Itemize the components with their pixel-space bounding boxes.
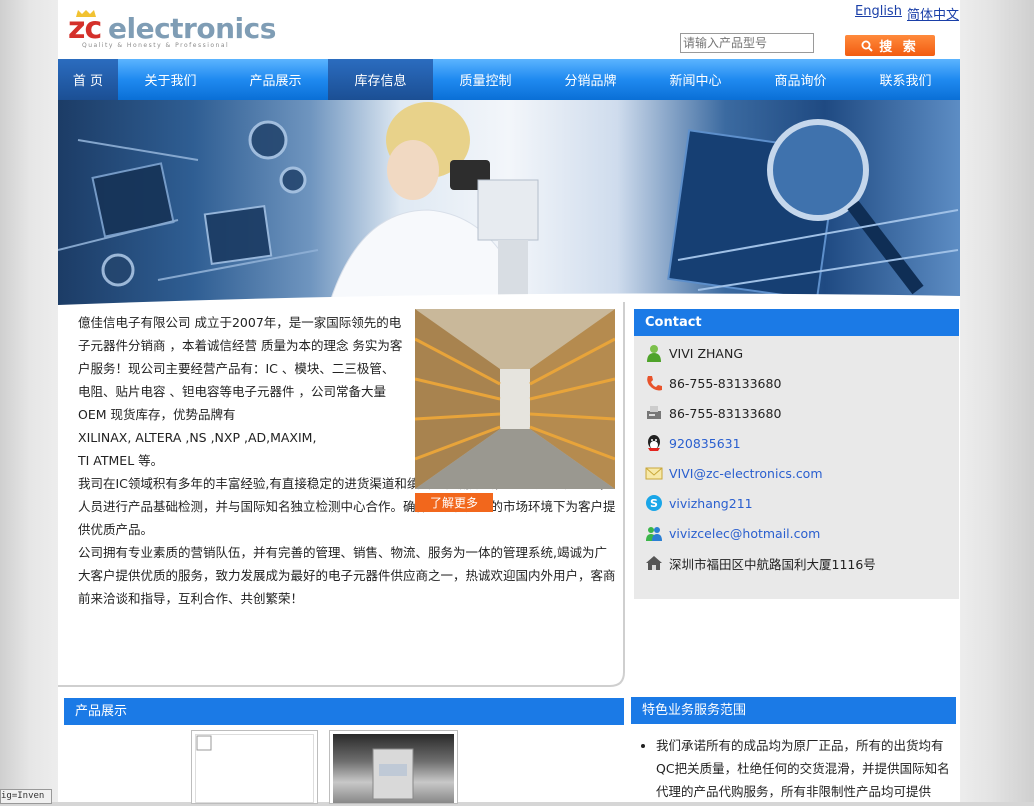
contact-email-link[interactable]: VIVI@zc-electronics.com (669, 466, 823, 481)
search-button[interactable]: 搜 索 (845, 35, 935, 56)
product-thumbnail[interactable] (329, 730, 458, 804)
lang-chinese-link[interactable]: 简体中文 (907, 4, 959, 23)
nav-item-inventory[interactable]: 库存信息 (328, 59, 433, 103)
nav-item-contact[interactable]: 联系我们 (853, 59, 958, 100)
home-icon (644, 553, 664, 573)
contact-phone-row: 86-755-83133680 (644, 372, 781, 394)
nav-item-about[interactable]: 关于我们 (118, 59, 223, 100)
contact-title: Contact (634, 309, 959, 336)
contact-fax-row: 86-755-83133680 (644, 402, 781, 424)
contact-qq-row: 920835631 (644, 432, 741, 454)
nav-item-products[interactable]: 产品展示 (223, 59, 328, 100)
product-thumbnail-broken-image (195, 734, 314, 803)
logo-word: electronics (108, 12, 276, 45)
learn-more-button[interactable]: 了解更多 (415, 493, 493, 512)
products-section-title: 产品展示 (64, 698, 624, 725)
fax-icon (644, 403, 664, 423)
logo-tagline: Quality & Honesty & Professional (82, 42, 230, 49)
search-icon (861, 40, 873, 52)
msn-icon (644, 523, 664, 543)
contact-address: 深圳市福田区中航路国利大厦1116号 (669, 556, 876, 572)
contact-msn-link[interactable]: vivizcelec@hotmail.com (669, 526, 820, 541)
contact-address-row: 深圳市福田区中航路国利大厦1116号 (644, 552, 876, 574)
svg-text:S: S (650, 497, 658, 510)
intro-paragraph-1: 億佳信电子有限公司 成立于2007年，是一家国际领先的电子元器件分销商 ，本着诚… (78, 315, 403, 422)
logo-letters: zc (68, 11, 102, 46)
search-input[interactable] (680, 33, 814, 53)
warehouse-photo (415, 309, 615, 489)
contact-skype-row: S vivizhang211 (644, 492, 753, 514)
contact-name: VIVI ZHANG (669, 345, 743, 361)
services-section-title: 特色业务服务范围 (631, 697, 956, 724)
contact-qq-link[interactable]: 920835631 (669, 436, 741, 451)
broken-image-icon (196, 735, 212, 751)
intro-paragraph-3: 公司拥有专业素质的营销队伍，并有完善的管理、销售、物流、服务为一体的管理系统,竭… (78, 545, 616, 606)
contact-email-row: VIVI@zc-electronics.com (644, 462, 823, 484)
nav-item-brands[interactable]: 分销品牌 (538, 59, 643, 100)
contact-fax: 86-755-83133680 (669, 405, 782, 421)
main-nav: 首 页 关于我们 产品展示 库存信息 质量控制 分销品牌 新闻中心 商品询价 联… (58, 59, 960, 103)
contact-skype-link[interactable]: vivizhang211 (669, 496, 753, 511)
company-intro: 億佳信电子有限公司 成立于2007年，是一家国际领先的电子元器件分销商 ，本着诚… (78, 311, 403, 472)
nav-item-home[interactable]: 首 页 (58, 59, 118, 103)
contact-name-row: VIVI ZHANG (644, 342, 743, 364)
intro-paragraph-2-wrap: 我司在IC领域积有多年的丰富经验,有直接稳定的进货渠道和缜密的检测方法，公司拥有… (78, 472, 618, 610)
search-button-label: 搜 索 (879, 40, 919, 55)
intro-brands-line: XILINAX, ALTERA ,NS ,NXP ,AD,MAXIM, (78, 430, 317, 445)
email-icon (644, 463, 664, 483)
skype-icon: S (644, 493, 664, 513)
intro-brands-line-2: TI ATMEL 等。 (78, 453, 164, 468)
services-item: 我们承诺所有的成品均为原厂正品，所有的出货均有QC把关质量，杜绝任何的交货混滑，… (656, 734, 955, 803)
logo[interactable]: zc electronics Quality & Honesty & Profe… (68, 10, 276, 50)
banner-illustration (58, 102, 960, 308)
product-chip-photo (333, 734, 454, 803)
qq-icon (644, 433, 664, 453)
contact-panel: Contact VIVI ZHANG 86-755-83133680 86-75… (634, 309, 959, 599)
services-list: 我们承诺所有的成品均为原厂正品，所有的出货均有QC把关质量，杜绝任何的交货混滑，… (640, 734, 955, 803)
phone-icon (644, 373, 664, 393)
contact-phone: 86-755-83133680 (669, 375, 782, 391)
product-thumbnail[interactable] (191, 730, 318, 804)
nav-item-inquiry[interactable]: 商品询价 (748, 59, 853, 100)
lang-english-link[interactable]: English (855, 4, 902, 19)
hero-banner (58, 100, 960, 308)
user-icon (644, 343, 664, 363)
nav-item-news[interactable]: 新闻中心 (643, 59, 748, 100)
contact-msn-row: vivizcelec@hotmail.com (644, 522, 820, 544)
nav-item-quality[interactable]: 质量控制 (433, 59, 538, 100)
